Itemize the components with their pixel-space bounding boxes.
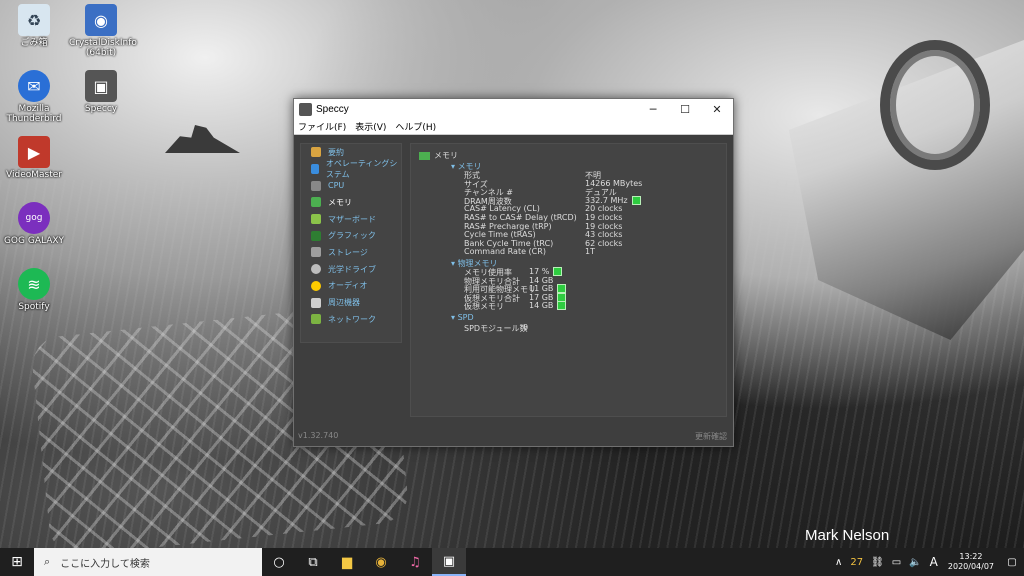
speccy-taskbar-icon: ▣ xyxy=(442,553,456,569)
cortana-circle-icon: ○ xyxy=(273,554,285,570)
network-tray-icon[interactable]: ⛓ xyxy=(871,557,884,568)
menu-bar: ファイル(F) 表示(V) ヘルプ(H) xyxy=(294,119,733,135)
taskbar-search-box[interactable]: ⌕ ここに入力して検索 xyxy=(34,548,262,576)
check-update-link[interactable]: 更新確認 xyxy=(695,431,727,442)
memory-icon xyxy=(311,197,321,208)
videomaster-icon: ▶ xyxy=(18,136,50,168)
start-button[interactable]: ⊞ xyxy=(0,548,34,576)
search-placeholder: ここに入力して検索 xyxy=(60,558,150,570)
content-header: メモリ xyxy=(419,150,458,161)
desktop-icon-videomaster[interactable]: ▶ VideoMaster xyxy=(2,136,66,180)
detail-label: Command Rate (CR) xyxy=(464,247,546,257)
recycle-bin-icon: ♻ xyxy=(18,4,50,36)
status-bar: v1.32.740 更新確認 xyxy=(298,431,727,442)
detail-label: SPDモジュール数 xyxy=(464,324,528,333)
taskbar-itunes[interactable]: ♫ xyxy=(398,548,432,576)
folder-icon: ▆ xyxy=(342,554,352,570)
graph-icon[interactable] xyxy=(553,267,563,276)
windows-logo-icon: ⊞ xyxy=(11,554,23,570)
wallpaper-rope xyxy=(880,40,990,170)
sidebar-item-audio[interactable]: オーディオ xyxy=(301,278,401,295)
system-tray: ∧ 27 ⛓ ▭ 🔈 A 13:22 2020/04/07 ▢ xyxy=(831,548,1024,576)
task-view-icon: ⧉ xyxy=(308,554,318,570)
wallpaper-watermark: Mark Nelson xyxy=(805,527,890,544)
clock-time: 13:22 xyxy=(959,552,983,561)
notification-icon: ▢ xyxy=(1007,556,1017,568)
desktop-icon-spotify[interactable]: ≋ Spotify xyxy=(2,268,66,312)
content-panel: メモリ ▾ メモリ 形式 不明 サイズ 14266 MBytes チャンネル #… xyxy=(410,143,727,417)
taskbar-clock[interactable]: 13:22 2020/04/07 xyxy=(948,552,994,572)
ime-indicator[interactable]: A xyxy=(930,555,938,569)
action-center-button[interactable]: ▢ xyxy=(1000,548,1024,576)
temperature-indicator[interactable]: 27 xyxy=(850,557,863,568)
window-title: Speccy xyxy=(316,103,349,115)
taskbar-file-explorer[interactable]: ▆ xyxy=(330,548,364,576)
graph-icon[interactable] xyxy=(557,301,567,311)
mouse-icon xyxy=(311,297,321,308)
menu-help[interactable]: ヘルプ(H) xyxy=(391,120,441,133)
spd-section-heading[interactable]: ▾ SPD xyxy=(451,313,474,322)
speccy-window[interactable]: Speccy ─ ☐ ✕ ファイル(F) 表示(V) ヘルプ(H) 要約 オペレ… xyxy=(293,98,734,447)
desktop-icon-speccy[interactable]: ▣ Speccy xyxy=(69,70,133,114)
maximize-icon: ☐ xyxy=(680,102,690,116)
graph-icon[interactable] xyxy=(631,195,641,205)
sidebar-item-os[interactable]: オペレーティングシステム xyxy=(301,159,401,179)
taskbar-chrome[interactable]: ◉ xyxy=(364,548,398,576)
taskbar: ⊞ ⌕ ここに入力して検索 ○ ⧉ ▆ ◉ ♫ ▣ ∧ 27 ⛓ ▭ 🔈 A 1… xyxy=(0,548,1024,576)
desktop-icon-recycle-bin[interactable]: ♻ ごみ箱 xyxy=(2,4,66,48)
version-label: v1.32.740 xyxy=(298,431,339,440)
desktop-icon-thunderbird[interactable]: ✉ Mozilla Thunderbird xyxy=(2,70,66,124)
sidebar-item-peripherals[interactable]: 周辺機器 xyxy=(301,294,401,311)
detail-value: 0 xyxy=(523,323,529,332)
speccy-app-icon xyxy=(299,102,312,116)
speccy-icon: ▣ xyxy=(85,70,117,102)
maximize-button[interactable]: ☐ xyxy=(669,99,701,119)
network-icon xyxy=(311,314,321,325)
hard-drive-icon xyxy=(311,247,321,258)
detail-value-with-bar: 14 GB xyxy=(529,301,567,311)
volume-tray-icon[interactable]: 🔈 xyxy=(909,557,921,568)
sidebar-item-optical[interactable]: 光学ドライブ xyxy=(301,261,401,278)
desktop-icon-crystaldiskinfo[interactable]: ◉ CrystalDiskInfo (64bit) xyxy=(69,4,137,58)
motherboard-icon xyxy=(311,214,321,225)
monitor-icon xyxy=(311,230,321,241)
summary-icon xyxy=(311,147,321,158)
windows-icon xyxy=(311,164,319,175)
sidebar: 要約 オペレーティングシステム CPU メモリ マザーボード グラフィック スト… xyxy=(300,143,402,343)
battery-tray-icon[interactable]: ▭ xyxy=(892,557,901,568)
search-icon: ⌕ xyxy=(44,555,51,568)
sidebar-item-memory[interactable]: メモリ xyxy=(301,194,401,211)
task-view-button[interactable]: ○ xyxy=(262,548,296,576)
sidebar-item-storage[interactable]: ストレージ xyxy=(301,244,401,261)
close-button[interactable]: ✕ xyxy=(701,99,733,119)
menu-file[interactable]: ファイル(F) xyxy=(294,120,351,133)
speaker-icon xyxy=(311,280,321,291)
taskbar-task-view[interactable]: ⧉ xyxy=(296,548,330,576)
music-note-icon: ♫ xyxy=(409,554,421,570)
detail-value: 1T xyxy=(585,247,595,257)
minimize-button[interactable]: ─ xyxy=(637,99,669,119)
sidebar-item-network[interactable]: ネットワーク xyxy=(301,311,401,328)
wallpaper-castle xyxy=(165,125,240,153)
disc-icon xyxy=(311,264,321,275)
taskbar-speccy[interactable]: ▣ xyxy=(432,548,466,576)
minimize-icon: ─ xyxy=(649,102,657,116)
tray-expand-button[interactable]: ∧ xyxy=(835,557,842,568)
menu-view[interactable]: 表示(V) xyxy=(351,120,391,133)
spotify-icon: ≋ xyxy=(18,268,50,300)
sidebar-item-motherboard[interactable]: マザーボード xyxy=(301,211,401,228)
detail-label: 仮想メモリ xyxy=(464,302,504,312)
sidebar-item-graphics[interactable]: グラフィック xyxy=(301,227,401,244)
memory-header-icon xyxy=(419,151,430,160)
gog-galaxy-icon: gog xyxy=(18,202,50,234)
thunderbird-icon: ✉ xyxy=(18,70,50,102)
clock-date: 2020/04/07 xyxy=(947,562,994,571)
crystaldiskinfo-icon: ◉ xyxy=(85,4,117,36)
desktop-icon-gog-galaxy[interactable]: gog GOG GALAXY xyxy=(2,202,66,246)
close-icon: ✕ xyxy=(712,102,722,116)
window-body: 要約 オペレーティングシステム CPU メモリ マザーボード グラフィック スト… xyxy=(294,136,733,446)
cpu-icon xyxy=(311,180,321,191)
title-bar[interactable]: Speccy ─ ☐ ✕ xyxy=(294,99,733,119)
chrome-icon: ◉ xyxy=(375,554,387,570)
